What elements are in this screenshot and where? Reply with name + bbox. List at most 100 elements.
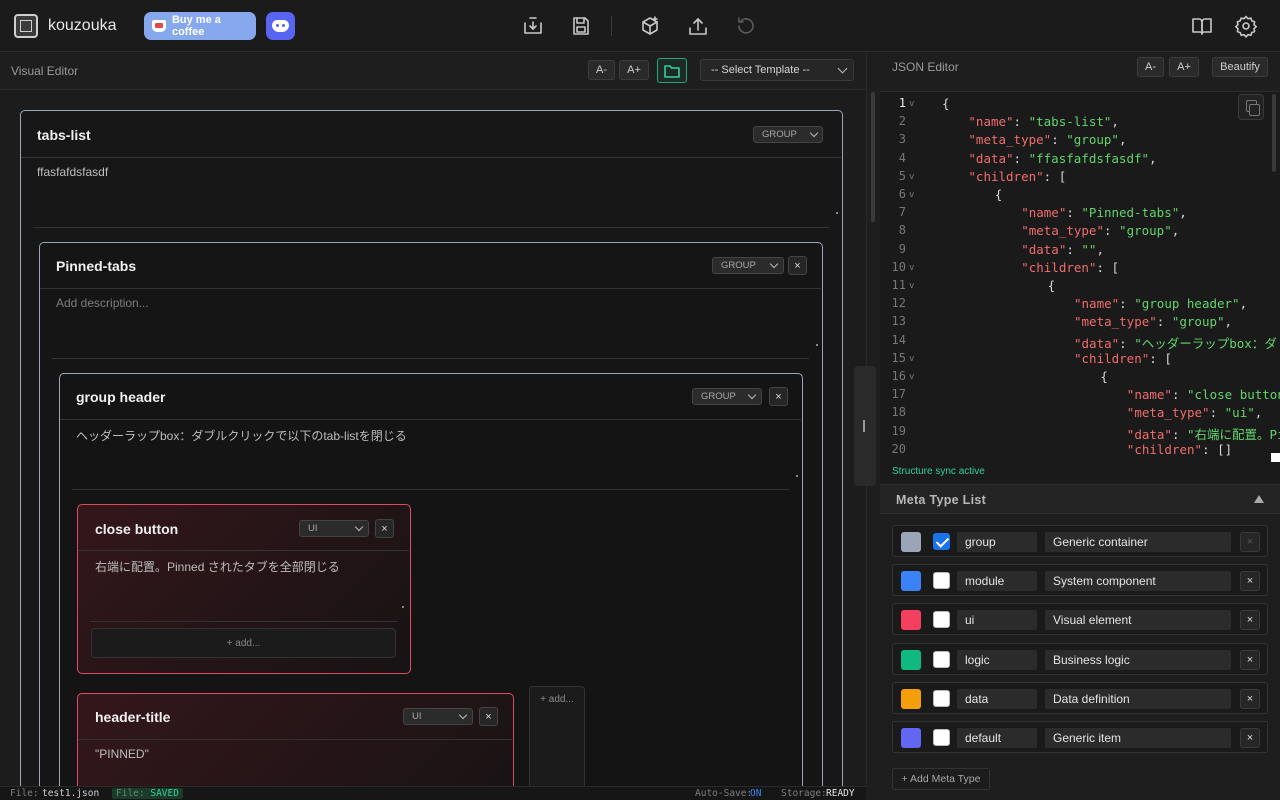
meta-type-name-input[interactable]: module — [957, 571, 1037, 592]
json-font-increase-button[interactable]: A+ — [1169, 57, 1199, 77]
default-type-checkbox[interactable] — [933, 611, 950, 629]
node-title[interactable]: close button — [95, 521, 178, 537]
delete-node-button[interactable]: × — [769, 387, 788, 406]
meta-type-name-input[interactable]: group — [957, 532, 1037, 552]
collapse-triangle-icon[interactable] — [1254, 495, 1264, 503]
fold-chevron-icon[interactable]: v — [909, 172, 914, 182]
delete-meta-type-button[interactable]: × — [1240, 610, 1260, 631]
fold-chevron-icon[interactable]: v — [909, 263, 914, 273]
delete-meta-type-button[interactable]: × — [1240, 688, 1260, 709]
open-folder-button[interactable] — [657, 58, 687, 83]
meta-type-name-input[interactable]: logic — [957, 649, 1037, 670]
meta-type-desc-input[interactable]: Data definition — [1045, 688, 1231, 709]
node-description[interactable]: ヘッダーラップbox：ダブルクリックで以下のtab-listを閉じる — [76, 427, 407, 444]
node-description[interactable]: 右端に配置。Pinned されたタブを全部閉じる — [95, 558, 340, 575]
visual-font-increase-button[interactable]: A+ — [619, 60, 649, 80]
meta-type-desc-input[interactable]: Business logic — [1045, 649, 1231, 670]
code-line[interactable]: "children": [] — [1127, 442, 1232, 457]
default-type-checkbox[interactable] — [933, 729, 950, 746]
save-icon[interactable] — [569, 14, 593, 38]
node-pinned-tabs[interactable]: Pinned-tabs GROUP × Add description... g… — [39, 242, 823, 786]
buy-me-a-coffee-button[interactable]: Buy me a coffee — [144, 12, 256, 40]
code-line[interactable]: "name": "Pinned-tabs", — [1021, 205, 1187, 220]
node-type-select[interactable]: GROUP — [753, 126, 823, 143]
node-title[interactable]: header-title — [95, 709, 170, 725]
color-swatch[interactable] — [901, 532, 921, 552]
cube-icon[interactable] — [638, 14, 662, 38]
meta-type-list-header[interactable]: Meta Type List — [880, 484, 1280, 514]
json-code-editor[interactable]: 1 v 2 3 4 5 v 6 v 7 8 9 10 v 11 v 12 13 14 15 v 16 v 17 18 19 20{"… — [880, 92, 1280, 510]
code-line[interactable]: "meta_type": "ui", — [1127, 405, 1263, 420]
json-font-decrease-button[interactable]: A- — [1137, 57, 1164, 77]
default-type-checkbox[interactable] — [933, 533, 950, 550]
code-line[interactable]: { — [995, 187, 1003, 202]
code-line[interactable]: "children": [ — [1021, 260, 1119, 275]
meta-type-name-input[interactable]: data — [957, 688, 1037, 709]
resize-corner[interactable] — [1271, 453, 1280, 462]
delete-meta-type-button[interactable]: × — [1240, 649, 1260, 670]
node-type-select[interactable]: UI — [299, 520, 369, 537]
gear-icon[interactable] — [1234, 14, 1258, 38]
node-title[interactable]: group header — [76, 389, 165, 405]
visual-font-decrease-button[interactable]: A- — [588, 60, 615, 80]
resize-handle[interactable] — [402, 606, 404, 608]
node-header-title[interactable]: header-title UI × "PINNED" — [77, 693, 514, 786]
node-description[interactable]: "PINNED" — [95, 747, 149, 761]
code-line[interactable]: "children": [ — [968, 169, 1066, 184]
code-line[interactable]: "name": "close button", — [1127, 387, 1280, 402]
code-vertical-scrollbar[interactable] — [1272, 94, 1276, 172]
code-line[interactable]: { — [942, 96, 950, 111]
fold-chevron-icon[interactable]: v — [909, 190, 914, 200]
beautify-button[interactable]: Beautify — [1212, 57, 1268, 77]
delete-meta-type-button[interactable]: × — [1240, 728, 1260, 748]
node-title[interactable]: Pinned-tabs — [56, 258, 136, 274]
template-select[interactable]: -- Select Template -- — [700, 59, 854, 81]
fold-chevron-icon[interactable]: v — [909, 372, 914, 382]
node-type-select[interactable]: GROUP — [712, 257, 784, 274]
default-type-checkbox[interactable] — [933, 650, 950, 668]
book-icon[interactable] — [1190, 14, 1214, 38]
code-line[interactable]: "children": [ — [1074, 351, 1172, 366]
default-type-checkbox[interactable] — [933, 572, 950, 590]
color-swatch[interactable] — [901, 571, 921, 592]
resize-handle[interactable] — [836, 212, 838, 214]
code-line[interactable]: "data": "", — [1021, 242, 1104, 257]
meta-type-desc-input[interactable]: Generic container — [1045, 532, 1231, 552]
node-close-button[interactable]: close button UI × 右端に配置。Pinned されたタブを全部閉… — [77, 504, 411, 674]
upload-icon[interactable] — [686, 14, 710, 38]
color-swatch[interactable] — [901, 688, 921, 709]
fold-chevron-icon[interactable]: v — [909, 354, 914, 364]
resize-handle[interactable] — [816, 344, 818, 346]
code-line[interactable]: "data": "ffasfafdsfasdf", — [968, 151, 1156, 166]
add-child-button[interactable]: + add... — [91, 628, 396, 658]
code-line[interactable]: "data": "右端に配置。Pi — [1127, 424, 1280, 443]
download-icon[interactable] — [521, 14, 545, 38]
delete-meta-type-button[interactable]: × — [1240, 571, 1260, 592]
code-line[interactable]: "meta_type": "group", — [1074, 314, 1232, 329]
code-line[interactable]: "data": "ヘッダーラップbox：ダ — [1074, 333, 1277, 352]
discord-icon[interactable] — [266, 12, 295, 40]
code-line[interactable]: "meta_type": "group", — [968, 132, 1126, 147]
code-line[interactable]: "name": "tabs-list", — [968, 114, 1119, 129]
visual-editor-canvas[interactable]: tabs-list GROUP ffasfafdsfasdf Pinned-ta… — [0, 90, 866, 786]
node-group-header[interactable]: group header GROUP × ヘッダーラップbox：ダブルクリックで… — [59, 373, 803, 786]
add-sibling-button[interactable]: + add... — [529, 686, 585, 786]
node-tabs-list[interactable]: tabs-list GROUP ffasfafdsfasdf Pinned-ta… — [20, 110, 843, 786]
node-description-placeholder[interactable]: Add description... — [56, 296, 149, 310]
color-swatch[interactable] — [901, 728, 921, 748]
color-swatch[interactable] — [901, 649, 921, 670]
code-line[interactable]: { — [1048, 278, 1056, 293]
delete-node-button[interactable]: × — [375, 519, 394, 538]
code-line[interactable]: "name": "group header", — [1074, 296, 1247, 311]
code-line[interactable]: { — [1100, 369, 1108, 384]
fold-chevron-icon[interactable]: v — [909, 99, 914, 109]
scrollbar-thumb[interactable] — [871, 92, 875, 222]
meta-type-desc-input[interactable]: Visual element — [1045, 610, 1231, 631]
node-type-select[interactable]: GROUP — [692, 388, 762, 405]
copy-icon[interactable] — [1238, 94, 1264, 120]
add-meta-type-button[interactable]: + Add Meta Type — [892, 768, 990, 790]
meta-type-desc-input[interactable]: Generic item — [1045, 728, 1231, 748]
delete-node-button[interactable]: × — [788, 256, 807, 275]
node-title[interactable]: tabs-list — [37, 127, 91, 143]
node-description[interactable]: ffasfafdsfasdf — [37, 165, 108, 179]
